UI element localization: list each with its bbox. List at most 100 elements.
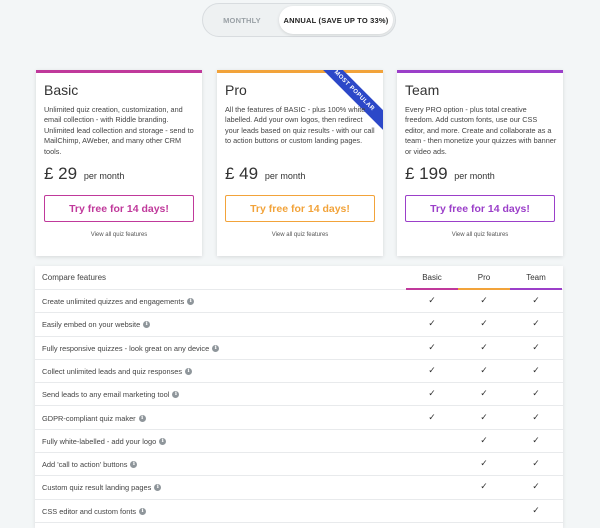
- try-free-button[interactable]: Try free for 14 days!: [44, 195, 194, 222]
- plan-card-basic: Basic Unlimited quiz creation, customiza…: [36, 70, 202, 256]
- feature-row: Fully responsive quizzes - look great on…: [35, 337, 563, 360]
- table-header: Compare features Basic Pro Team: [35, 266, 563, 290]
- check-icon: ✓: [428, 388, 436, 399]
- column-label: Basic: [422, 273, 442, 282]
- info-icon[interactable]: i: [212, 344, 220, 352]
- feature-label: Collect unlimited leads and quiz respons…: [42, 366, 193, 376]
- check-icon: ✓: [532, 341, 540, 352]
- column-label: Team: [526, 273, 546, 282]
- plan-card-team: Team Every PRO option - plus total creat…: [397, 70, 563, 256]
- feature-row: Add 'call to action' buttons i ✓ ✓: [35, 453, 563, 477]
- feature-label: GDPR-compliant quiz maker i: [42, 414, 146, 423]
- price-amount: £ 199: [405, 164, 448, 183]
- plan-name: Basic: [44, 82, 79, 98]
- check-icon: ✓: [532, 504, 540, 515]
- feature-label: Add 'call to action' buttons i: [42, 460, 138, 470]
- check-icon: ✓: [480, 318, 488, 329]
- check-icon: ✓: [532, 295, 540, 305]
- price-amount: £ 29: [44, 164, 78, 183]
- check-icon: ✓: [480, 388, 488, 399]
- feature-row: Send leads to any email marketing tool i ✓…: [35, 383, 563, 407]
- feature-row: GDPR-compliant quiz maker i ✓ ✓ ✓: [35, 407, 563, 430]
- check-icon: ✓: [428, 364, 436, 375]
- view-features-link[interactable]: View all quiz features: [397, 232, 563, 238]
- feature-label-text: Easily embed on your website: [42, 320, 141, 330]
- feature-row: Fully white-labelled - add your logo i ✓ ✓: [35, 430, 563, 454]
- feature-label: CSS editor and custom fonts i: [42, 506, 147, 516]
- compare-title: Compare features: [42, 273, 107, 282]
- info-icon[interactable]: i: [143, 321, 151, 329]
- check-icon: ✓: [480, 364, 488, 375]
- plan-name: Pro: [225, 82, 247, 98]
- monthly-option[interactable]: MONTHLY: [207, 6, 277, 34]
- check-icon: ✓: [480, 458, 488, 469]
- plan-description: Every PRO option - plus total creative f…: [405, 105, 557, 156]
- check-icon: ✓: [532, 434, 540, 445]
- check-icon: ✓: [428, 341, 436, 352]
- card-accent-bar: [397, 70, 563, 73]
- check-icon: ✓: [480, 434, 488, 445]
- feature-label: Fully responsive quizzes - look great on…: [42, 343, 220, 353]
- info-icon[interactable]: i: [159, 437, 167, 445]
- price-amount: £ 49: [225, 164, 259, 183]
- info-icon[interactable]: i: [138, 414, 146, 422]
- feature-label: Custom quiz result landing pages i: [42, 483, 162, 493]
- check-icon: ✓: [532, 364, 540, 375]
- feature-label-text: GDPR-compliant quiz maker: [42, 413, 136, 423]
- column-header-pro: Pro: [458, 273, 510, 290]
- price-period: per month: [83, 171, 125, 181]
- check-icon: ✓: [532, 318, 540, 329]
- info-icon[interactable]: i: [154, 484, 162, 492]
- check-icon: ✓: [428, 411, 436, 422]
- feature-row: Create unlimited quizzes and engagements…: [35, 290, 563, 314]
- info-icon[interactable]: i: [187, 298, 195, 305]
- check-icon: ✓: [480, 295, 488, 305]
- card-accent-bar: [36, 70, 202, 73]
- plan-card-pro: MOST POPULAR Pro All the features of BAS…: [217, 70, 383, 256]
- check-icon: ✓: [480, 341, 488, 352]
- card-accent-bar: [217, 70, 383, 73]
- info-icon[interactable]: i: [130, 461, 138, 469]
- feature-label-text: Add 'call to action' buttons: [42, 460, 128, 470]
- info-icon[interactable]: i: [185, 367, 193, 375]
- column-header-team: Team: [510, 273, 562, 290]
- feature-row: CSS editor and custom fonts i ✓: [35, 500, 563, 523]
- compare-features-table: Compare features Basic Pro Team Create u…: [35, 266, 563, 528]
- plan-name: Team: [405, 82, 440, 98]
- feature-row: Collect unlimited leads and quiz respons…: [35, 360, 563, 384]
- info-icon[interactable]: i: [172, 391, 180, 399]
- feature-label-text: Custom quiz result landing pages: [42, 483, 152, 493]
- feature-label-text: Create unlimited quizzes and engagements: [42, 297, 185, 306]
- feature-label-text: Send leads to any email marketing tool: [42, 390, 170, 400]
- feature-label-text: Fully white-labelled - add your logo: [42, 436, 157, 446]
- check-icon: ✓: [532, 388, 540, 399]
- column-header-basic: Basic: [406, 273, 458, 290]
- check-icon: ✓: [480, 481, 488, 492]
- price-period: per month: [264, 171, 306, 181]
- view-features-link[interactable]: View all quiz features: [36, 232, 202, 238]
- feature-row: Custom quiz result landing pages i ✓ ✓: [35, 476, 563, 500]
- check-icon: ✓: [532, 481, 540, 492]
- feature-row: Easily embed on your website i ✓ ✓ ✓: [35, 313, 563, 337]
- plan-price: £ 29 per month: [44, 164, 124, 184]
- view-features-link[interactable]: View all quiz features: [217, 232, 383, 238]
- try-free-button[interactable]: Try free for 14 days!: [225, 195, 375, 222]
- feature-label-text: CSS editor and custom fonts: [42, 506, 137, 516]
- info-icon[interactable]: i: [139, 507, 147, 515]
- price-period: per month: [454, 171, 495, 181]
- feature-label-text: Fully responsive quizzes - look great on…: [42, 343, 210, 353]
- plan-description: All the features of BASIC - plus 100% wh…: [225, 105, 375, 146]
- plan-description: Unlimited quiz creation, customization, …: [44, 105, 194, 156]
- check-icon: ✓: [428, 295, 436, 305]
- column-label: Pro: [477, 273, 491, 282]
- annual-option[interactable]: ANNUAL (SAVE UP TO 33%): [279, 6, 393, 34]
- feature-label: Create unlimited quizzes and engagements…: [42, 297, 195, 306]
- try-free-button[interactable]: Try free for 14 days!: [405, 195, 555, 222]
- plan-price: £ 199 per month: [405, 164, 495, 184]
- check-icon: ✓: [428, 318, 436, 329]
- check-icon: ✓: [532, 458, 540, 469]
- feature-label: Send leads to any email marketing tool i: [42, 390, 180, 400]
- feature-label: Easily embed on your website i: [42, 320, 151, 330]
- billing-toggle[interactable]: MONTHLY ANNUAL (SAVE UP TO 33%): [202, 3, 396, 37]
- feature-label-text: Collect unlimited leads and quiz respons…: [42, 366, 183, 376]
